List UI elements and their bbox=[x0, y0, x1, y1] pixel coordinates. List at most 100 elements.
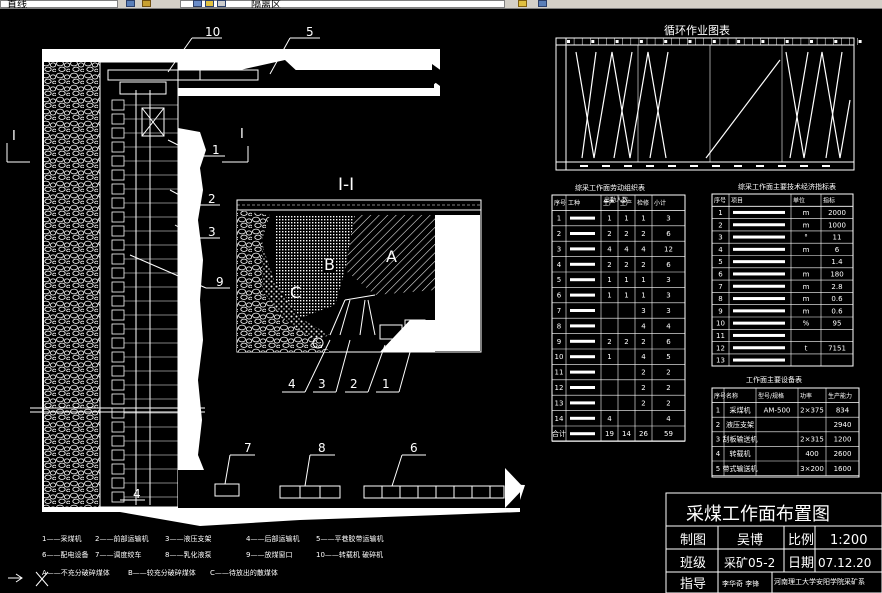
table-cell-bar bbox=[570, 432, 595, 436]
scale-value: 1:200 bbox=[830, 533, 867, 548]
legend-item: 1——采煤机 bbox=[42, 534, 81, 543]
table-cell: 14 bbox=[622, 430, 631, 438]
table-cell-bar bbox=[570, 278, 595, 282]
table-cell-bar bbox=[570, 293, 595, 297]
section-mark-right: I bbox=[240, 127, 244, 142]
table-cell: 95 bbox=[833, 320, 842, 328]
callout-4: 4 bbox=[133, 487, 141, 501]
table-cell-bar bbox=[733, 272, 785, 276]
table-cell: 3 bbox=[716, 436, 720, 444]
equip-table-title: 工作面主要设备表 bbox=[746, 375, 802, 384]
table-cell: 7151 bbox=[828, 344, 846, 352]
table-cell: 7 bbox=[557, 307, 561, 315]
table-cell: m bbox=[803, 246, 810, 254]
table-cell: 5 bbox=[716, 465, 720, 473]
property-icon[interactable] bbox=[538, 0, 547, 7]
table-cell: m bbox=[803, 283, 810, 291]
table-cell: 13 bbox=[555, 399, 564, 407]
table-cell: 3 bbox=[557, 245, 561, 253]
table-cell: 11 bbox=[555, 369, 564, 377]
table-cell: 2000 bbox=[828, 209, 846, 217]
table-header: 型号/规格 bbox=[758, 392, 784, 400]
cycle-marker bbox=[664, 40, 668, 43]
table-cell: 3 bbox=[666, 215, 670, 223]
table-cell: 1 bbox=[624, 292, 628, 300]
legend-item: 8——乳化液泵 bbox=[165, 550, 211, 559]
cycle-chart: 循环作业图表 bbox=[555, 23, 862, 171]
callout-2: 2 bbox=[208, 192, 216, 206]
table-cell: 0.6 bbox=[831, 307, 843, 315]
table-cell: 11 bbox=[716, 332, 725, 340]
table-cell: 10 bbox=[555, 353, 564, 361]
cycle-legend-bar bbox=[734, 165, 742, 167]
table-cell: AM-500 bbox=[764, 406, 791, 414]
table-cell: 0.6 bbox=[831, 295, 843, 303]
tech-table-grid: 序号 项目 单位 指标 1 m 2000 2 m 1000 3 ° 11 4 m 6 5 1.4 6 m 180 7 m 2.… bbox=[712, 194, 853, 367]
table-cell: 4 bbox=[716, 450, 721, 458]
tech-table-title: 综采工作面主要技术经济指标表 bbox=[738, 182, 836, 191]
table-cell: 2 bbox=[718, 221, 722, 229]
table-cell: 59 bbox=[664, 430, 673, 438]
table-cell-bar bbox=[733, 223, 785, 227]
command-field[interactable]: 直线 bbox=[0, 0, 118, 8]
table-cell: 2×315 bbox=[800, 436, 824, 444]
table-cell: 1 bbox=[641, 292, 645, 300]
school-value: 河南理工大学安阳学院采矿系 bbox=[774, 577, 865, 586]
drawn-label: 制图 bbox=[680, 533, 706, 548]
table-cell: 2 bbox=[607, 230, 611, 238]
section-callout-2: 2 bbox=[350, 377, 358, 391]
table-cell: ° bbox=[804, 234, 808, 242]
table-cell: 4 bbox=[666, 322, 671, 330]
table-cell: 6 bbox=[666, 261, 671, 269]
table-cell: 带式输送机 bbox=[723, 464, 758, 473]
table-cell: 2 bbox=[607, 338, 611, 346]
table-cell: 1200 bbox=[834, 436, 852, 444]
table-cell: 刮板输送机 bbox=[723, 435, 758, 444]
table-cell-bar bbox=[570, 416, 595, 420]
table-cell: 14 bbox=[555, 415, 564, 423]
table-cell: 3 bbox=[666, 307, 670, 315]
table-cell: 6 bbox=[666, 338, 671, 346]
table-cell-bar bbox=[733, 235, 785, 239]
layer-icon[interactable] bbox=[142, 0, 151, 7]
cycle-marker bbox=[737, 40, 741, 43]
section-callouts: 4 3 2 1 bbox=[288, 377, 390, 391]
app-icon[interactable] bbox=[126, 0, 135, 7]
legend-item: 2——前部运输机 bbox=[95, 534, 148, 543]
section-view: I-I A ■ B C 4 3 2 1 bbox=[236, 175, 482, 393]
cycle-marker bbox=[615, 40, 619, 43]
legend-item: 10——转载机 破碎机 bbox=[316, 550, 383, 559]
cycle-legend-bar bbox=[668, 165, 676, 167]
table-cell: 2 bbox=[641, 230, 645, 238]
title-block-text: 采煤工作面布置图 制图 吴博 比例 1:200 班级 采矿05-2 日期 07.… bbox=[680, 504, 871, 592]
drawn-value: 吴博 bbox=[737, 533, 763, 548]
table-cell-bar bbox=[733, 297, 785, 301]
table-group-header: 出勤人数 bbox=[604, 196, 628, 204]
table-cell: 2 bbox=[641, 384, 645, 392]
labor-table: 综采工作面劳动组织表 序号 工种 生产 生产 检修 小计1 1 1 1 32 2 2 2 63 4 4 4 124… bbox=[551, 183, 686, 442]
table-cell: 2 bbox=[624, 261, 628, 269]
zone-a: A bbox=[386, 247, 397, 266]
table-cell: 3 bbox=[666, 292, 670, 300]
callout-3: 3 bbox=[208, 225, 216, 239]
table-cell: 2 bbox=[716, 421, 720, 429]
table-header: 名称 bbox=[726, 392, 738, 400]
color-icon[interactable] bbox=[518, 0, 527, 7]
table-cell-bar bbox=[570, 370, 595, 374]
class-label: 班级 bbox=[680, 556, 706, 571]
table-cell: 2×375 bbox=[800, 406, 824, 414]
drawing-title: 采煤工作面布置图 bbox=[686, 504, 830, 525]
table-header: 单位 bbox=[793, 197, 805, 205]
cycle-legend-bar bbox=[800, 165, 808, 167]
table-cell: 19 bbox=[605, 430, 614, 438]
legend-item: 9——放煤窗口 bbox=[246, 550, 292, 559]
table-cell: 10 bbox=[716, 320, 725, 328]
cycle-marker bbox=[785, 40, 789, 43]
section-title: I-I bbox=[338, 175, 354, 195]
table-cell: 合计 bbox=[552, 429, 566, 438]
drawing-canvas[interactable]: I I 10 5 1 2 3 9 4 7 8 6 I-I A ■ B C 4 3… bbox=[0, 8, 882, 593]
callout-1: 1 bbox=[212, 143, 220, 157]
cycle-marker bbox=[858, 40, 862, 43]
table-cell: 1 bbox=[607, 215, 611, 223]
layer-dropdown[interactable]: 隔离区 bbox=[180, 0, 505, 8]
